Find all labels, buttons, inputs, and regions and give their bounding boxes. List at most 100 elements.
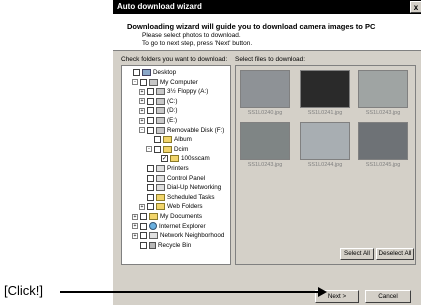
floppy-icon	[156, 88, 165, 96]
network-icon	[156, 184, 165, 192]
expand-toggle-icon[interactable]: +	[139, 117, 145, 124]
folder-checkbox[interactable]	[147, 193, 154, 201]
header-subtitle: Please select photos to download.	[142, 32, 241, 39]
tree-item[interactable]: +3½ Floppy (A:)	[139, 87, 208, 96]
photo-thumbnail[interactable]	[300, 70, 350, 108]
tree-item[interactable]: - Removable Disk (F:)	[139, 126, 224, 135]
tree-item-label: Album	[174, 136, 192, 144]
expand-toggle-icon[interactable]: -	[146, 146, 152, 153]
photo-thumbnail[interactable]	[358, 122, 408, 160]
close-button[interactable]: x	[410, 1, 421, 13]
folder-checkbox[interactable]	[154, 136, 161, 144]
tree-item[interactable]: - My Computer	[132, 78, 198, 87]
wizard-header: Downloading wizard will guide you to dow…	[113, 14, 421, 51]
folder-checkbox[interactable]	[147, 184, 154, 192]
expand-toggle-icon[interactable]: +	[132, 213, 138, 220]
deselect-all-button[interactable]: Deselect All	[376, 248, 414, 260]
folder-checkbox[interactable]	[133, 69, 140, 76]
tree-item-label: Network Neighborhood	[160, 232, 225, 240]
globe-icon	[149, 222, 157, 231]
file-name: SS1L0241.jpg	[307, 110, 343, 116]
folders-label: Check folders you want to download:	[121, 56, 228, 63]
folder-checkbox[interactable]: ✓	[161, 155, 168, 163]
expand-toggle-icon[interactable]: +	[139, 203, 145, 210]
tree-item-label: Removable Disk (F:)	[167, 126, 225, 134]
folder-checkbox[interactable]	[147, 88, 154, 96]
header-title: Downloading wizard will guide you to dow…	[127, 22, 376, 31]
folder-checkbox[interactable]	[140, 232, 147, 240]
tree-item-label: (C:)	[167, 97, 178, 105]
tree-item[interactable]: + My Documents	[132, 212, 202, 221]
tree-item[interactable]: Dial-Up Networking	[139, 183, 221, 192]
tree-item-label: Dcim	[174, 145, 189, 153]
tree-item-label: Printers	[167, 165, 189, 172]
title-bar: Auto download wizard x	[113, 0, 421, 14]
tree-item[interactable]: Printers	[139, 164, 189, 173]
tree-item-label: Internet Explorer	[159, 222, 206, 230]
cancel-button[interactable]: Cancel	[365, 290, 411, 303]
tree-item-label: Web Folders	[167, 203, 203, 211]
tree-item-label: 100sscam	[181, 155, 210, 163]
photo-thumbnail[interactable]	[358, 70, 408, 108]
click-callout: [Click!]	[4, 283, 43, 298]
callout-arrow-line	[60, 291, 322, 293]
folder-checkbox[interactable]	[140, 241, 147, 249]
wizard-window: Auto download wizard x Downloading wizar…	[112, 0, 421, 305]
web-folder-icon	[156, 203, 165, 211]
control-panel-icon	[156, 174, 165, 182]
cdrom-icon	[156, 117, 165, 124]
tree-item[interactable]: ✓ 100sscam	[153, 154, 210, 163]
tree-item[interactable]: Desktop	[125, 68, 176, 77]
photo-thumbnail[interactable]	[240, 122, 290, 160]
computer-icon	[149, 78, 158, 86]
file-name: SS1L0240.jpg	[247, 110, 283, 116]
folder-checkbox[interactable]	[147, 203, 154, 211]
tree-item[interactable]: + Web Folders	[139, 202, 203, 211]
folder-checkbox[interactable]	[147, 97, 154, 105]
folder-tree[interactable]: Desktop - My Computer +3½ Floppy (A:) + (C:) +…	[121, 65, 231, 265]
expand-toggle-icon[interactable]: +	[132, 223, 138, 230]
recycle-bin-icon	[149, 241, 156, 249]
tree-item-label: My Computer	[160, 78, 198, 86]
tree-item[interactable]: - Dcim	[146, 145, 188, 154]
tree-item[interactable]: + (D:)	[139, 106, 178, 115]
tree-item[interactable]: Control Panel	[139, 174, 205, 183]
file-name: SS1L0243.jpg	[247, 162, 283, 168]
folder-checkbox[interactable]	[140, 78, 147, 86]
file-name: SS1L0243.jpg	[365, 110, 401, 116]
tasks-icon	[156, 193, 165, 201]
expand-toggle-icon[interactable]: +	[132, 232, 138, 239]
tree-item-label: Recycle Bin	[158, 241, 192, 249]
tree-item[interactable]: Recycle Bin	[132, 241, 191, 250]
folder-checkbox[interactable]	[140, 222, 147, 230]
folder-checkbox[interactable]	[140, 213, 147, 220]
folder-icon	[149, 213, 158, 220]
folder-checkbox[interactable]	[147, 117, 154, 124]
tree-item[interactable]: + Internet Explorer	[132, 222, 206, 231]
tree-item[interactable]: + (E:)	[139, 116, 177, 125]
folder-checkbox[interactable]	[147, 107, 154, 115]
select-all-button[interactable]: Select All	[340, 248, 374, 260]
file-thumbnails-panel: Select All Deselect All SS1L0240.jpg SS1L…	[235, 65, 416, 265]
tree-item[interactable]: Scheduled Tasks	[139, 193, 215, 202]
expand-toggle-icon[interactable]: -	[132, 79, 138, 86]
photo-thumbnail[interactable]	[300, 122, 350, 160]
expand-toggle-icon[interactable]: -	[139, 127, 145, 134]
folder-checkbox[interactable]	[147, 174, 154, 182]
tree-item-label: Scheduled Tasks	[167, 193, 215, 201]
folder-checkbox[interactable]	[147, 165, 154, 172]
folder-checkbox[interactable]	[154, 145, 161, 153]
expand-toggle-icon[interactable]: +	[139, 98, 145, 105]
tree-item[interactable]: Album	[146, 135, 192, 144]
files-label: Select files to download:	[235, 56, 306, 63]
drive-icon	[156, 107, 165, 115]
photo-thumbnail[interactable]	[240, 70, 290, 108]
window-title: Auto download wizard	[117, 2, 202, 11]
expand-toggle-icon[interactable]: +	[139, 88, 145, 95]
folder-checkbox[interactable]	[147, 126, 154, 134]
callout-arrow-icon	[318, 287, 327, 297]
header-instruction: To go to next step, press 'Next' button.	[142, 40, 253, 47]
expand-toggle-icon[interactable]: +	[139, 107, 145, 114]
tree-item[interactable]: + Network Neighborhood	[132, 231, 224, 240]
tree-item[interactable]: + (C:)	[139, 97, 178, 106]
